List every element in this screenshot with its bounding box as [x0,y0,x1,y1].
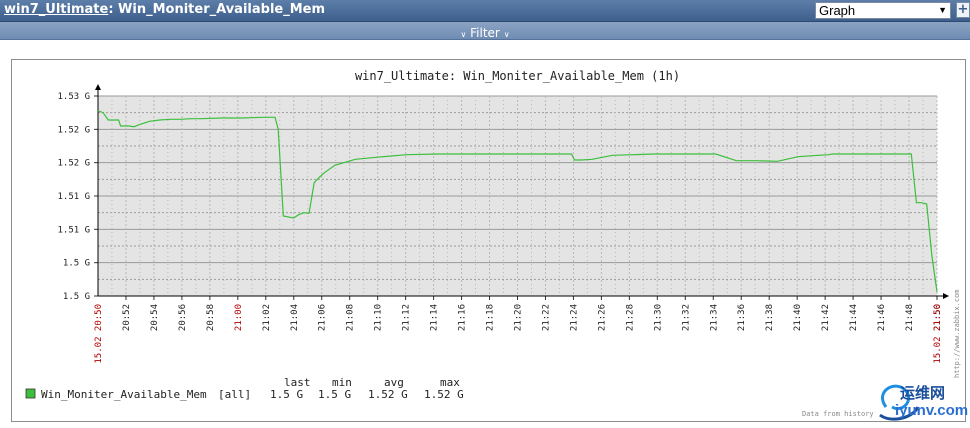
side-credit: http://www.zabbix.com [953,289,961,378]
x-tick-label: 21:46 [877,304,887,331]
x-tick-label: 20:52 [122,304,132,331]
x-tick-label: 21:20 [514,304,524,331]
x-tick-label: 21:38 [765,304,775,331]
x-tick-label: 21:24 [569,304,579,331]
add-button[interactable]: + [956,2,970,18]
x-tick-label: 21:36 [737,304,747,331]
y-tick-label: 1.52 G [57,125,90,135]
x-tick-label: 21:10 [374,304,384,331]
page-header: win7_Ultimate: Win_Moniter_Available_Mem… [0,0,970,22]
memory-graph: win7_Ultimate: Win_Moniter_Available_Mem… [25,69,961,418]
y-tick-label: 1.51 G [57,225,90,235]
x-tick-label: 21:30 [653,304,663,331]
y-tick-label: 1.51 G [57,192,90,202]
y-tick-label: 1.5 G [63,259,90,269]
x-tick-label: 21:12 [402,304,412,331]
x-tick-label: 21:28 [625,304,635,331]
legend-scope: [all] [218,388,251,401]
x-tick-label: 21:40 [793,304,803,331]
x-tick-label: 21:14 [430,304,440,331]
x-tick-label: 21:44 [849,304,859,331]
x-tick-label: 20:58 [206,304,216,331]
x-tick-label: 21:32 [681,304,691,331]
x-tick-label: 21:04 [290,304,300,331]
x-tick-label: 20:54 [150,304,160,331]
x-tick-label: 21:22 [541,304,551,331]
legend-last: 1.5 G [270,388,303,401]
x-start-label: 15.02 20:50 [94,304,104,364]
x-tick-label: 21:06 [318,304,328,331]
chevron-down-icon: ∨ [503,30,510,39]
x-tick-label: 21:00 [234,304,244,331]
y-tick-label: 1.53 G [57,92,90,102]
legend-avg: 1.52 G [368,388,408,401]
chart-title: win7_Ultimate: Win_Moniter_Available_Mem… [355,69,680,83]
graph-panel: win7_Ultimate: Win_Moniter_Available_Mem… [11,59,966,422]
chevron-down-icon: ∨ [460,30,467,39]
x-tick-label: 21:42 [821,304,831,331]
view-select[interactable]: Graph ▼ [815,2,951,19]
x-tick-label: 21:34 [709,304,719,331]
x-tick-label: 21:48 [905,304,915,331]
legend-swatch [25,388,36,399]
x-tick-label: 21:18 [486,304,496,331]
item-name: Win_Moniter_Available_Mem [113,2,326,17]
x-axis-arrow-icon [943,293,949,299]
legend-name: Win_Moniter_Available_Mem [41,388,207,401]
x-tick-label: 20:56 [178,304,188,331]
watermark-cn: 运维网 [900,384,946,402]
x-tick-label: 21:08 [346,304,356,331]
page-title: win7_Ultimate: Win_Moniter_Available_Mem [4,2,325,17]
y-tick-label: 1.52 G [57,159,90,169]
filter-label: Filter [470,26,500,40]
host-link[interactable]: win7_Ultimate [4,2,108,17]
watermark-url: iyunv.com [895,402,969,419]
x-end-label: 15.02 21:50 [933,304,943,364]
y-tick-label: 1.5 G [63,292,90,302]
legend-min: 1.5 G [318,388,351,401]
legend-max: 1.52 G [424,388,464,401]
x-tick-label: 21:16 [458,304,468,331]
x-tick-label: 21:26 [597,304,607,331]
filter-toggle[interactable]: ∨ Filter ∨ [460,26,509,40]
x-tick-label: 21:02 [262,304,272,331]
footer-data-source: Data from history [802,410,874,418]
filter-bar[interactable]: ∨ Filter ∨ [0,22,970,40]
y-axis-arrow-icon [95,84,101,90]
view-select-value: Graph [819,3,856,18]
chevron-down-icon: ▼ [938,5,947,15]
